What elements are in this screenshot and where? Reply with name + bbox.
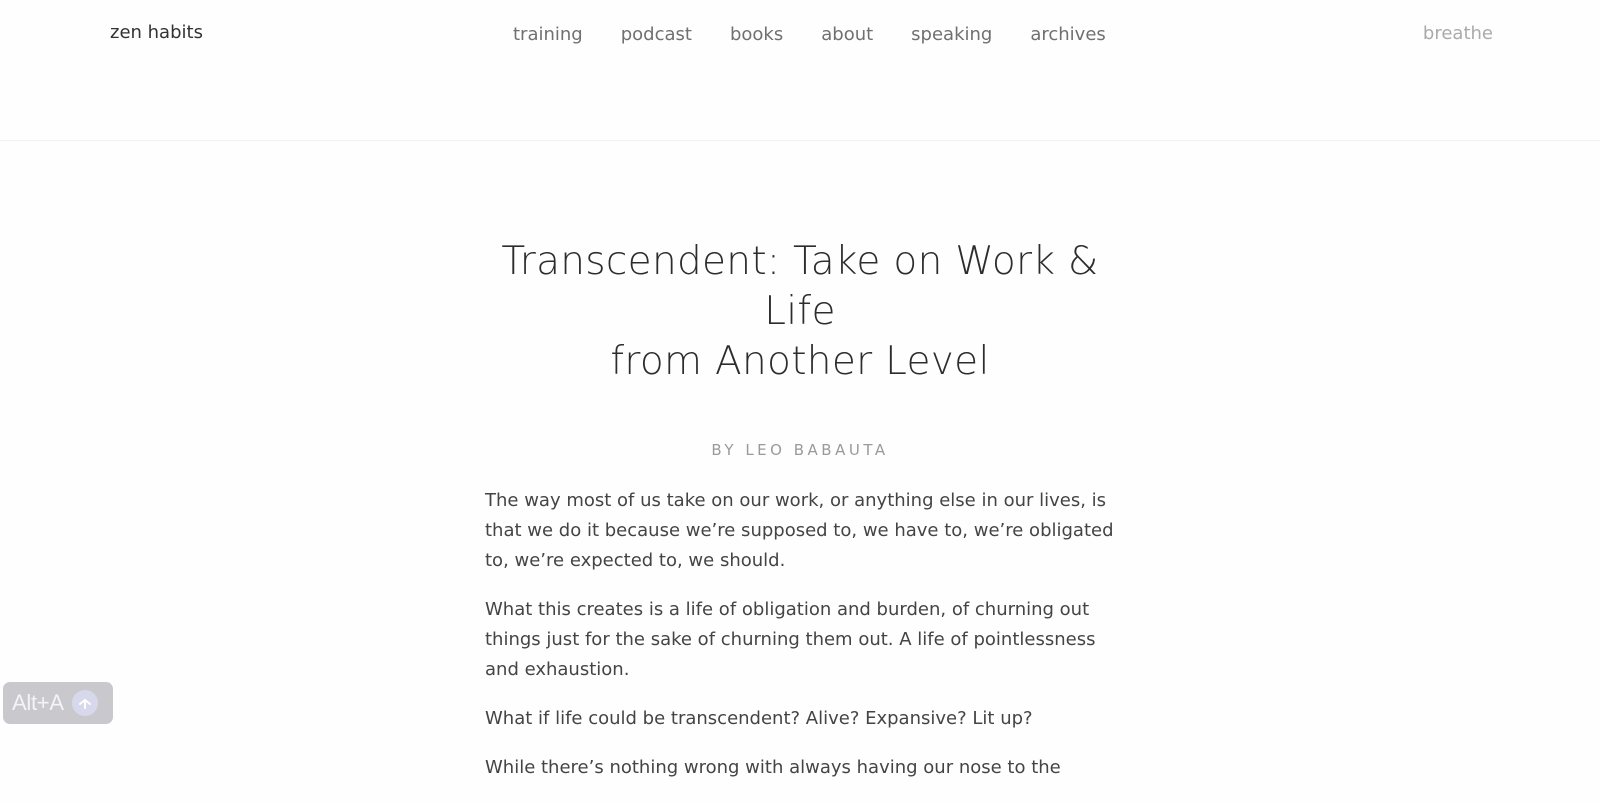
nav-books[interactable]: books [730, 24, 783, 45]
alt-a-shortcut-button[interactable]: Alt+A [3, 682, 113, 724]
title-line-2: from Another Level [610, 339, 990, 384]
paragraph: What if life could be transcendent? Aliv… [485, 708, 1033, 729]
paragraph: What this creates is a life of obligatio… [485, 599, 1096, 680]
title-line-1: Transcendent: Take on Work & Life [501, 239, 1099, 334]
breathe-link[interactable]: breathe [1423, 23, 1493, 44]
article-title: Transcendent: Take on Work & Life from A… [485, 237, 1115, 387]
nav-archives[interactable]: archives [1030, 24, 1105, 45]
nav-training[interactable]: training [513, 24, 583, 45]
paragraph: While there’s nothing wrong with always … [485, 757, 1061, 778]
article-byline: BY LEO BABAUTA [711, 441, 889, 459]
nav-podcast[interactable]: podcast [621, 24, 692, 45]
site-logo[interactable]: zen habits [110, 22, 203, 43]
nav-about[interactable]: about [821, 24, 873, 45]
main-nav: training podcast books about speaking ar… [513, 24, 1106, 45]
paragraph: The way most of us take on our work, or … [485, 490, 1114, 571]
nav-speaking[interactable]: speaking [911, 24, 992, 45]
shortcut-label: Alt+A [12, 690, 64, 715]
article-body: The way most of us take on our work, or … [485, 486, 1115, 783]
site-header: zen habits training podcast books about … [0, 0, 1600, 141]
arrow-icon [71, 690, 98, 716]
article: Transcendent: Take on Work & Life from A… [485, 237, 1115, 802]
